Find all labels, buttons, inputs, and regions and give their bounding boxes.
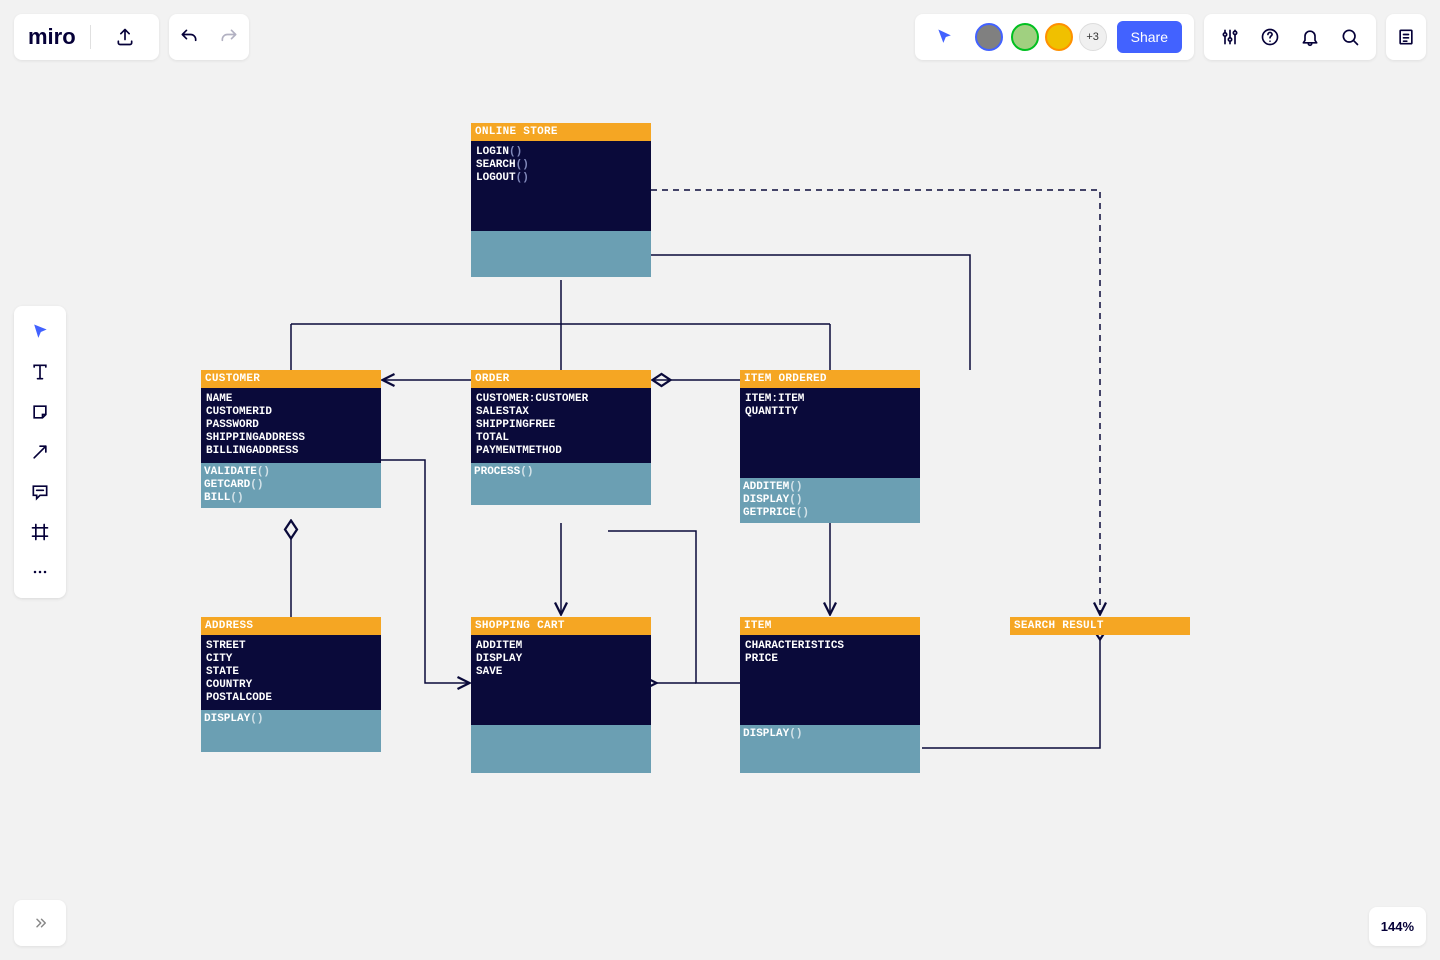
class-item-ordered[interactable]: ITEM ORDERED ITEM:ITEM QUANTITY ADDITEM(… [740, 370, 920, 523]
class-attrs: CUSTOMER:CUSTOMER SALESTAX SHIPPINGFREE … [471, 388, 651, 463]
class-title: SHOPPING CART [471, 617, 651, 635]
class-attrs: ITEM:ITEM QUANTITY [740, 388, 920, 478]
class-methods [471, 725, 651, 773]
class-search-result[interactable]: SEARCH RESULT [1010, 617, 1190, 635]
class-attrs: ADDITEM DISPLAY SAVE [471, 635, 651, 725]
class-methods: DISPLAY() [201, 710, 381, 752]
class-title: ADDRESS [201, 617, 381, 635]
class-title: ITEM [740, 617, 920, 635]
class-address[interactable]: ADDRESS STREET CITY STATE COUNTRY POSTAL… [201, 617, 381, 752]
class-methods [471, 231, 651, 277]
class-methods: ADDITEM() DISPLAY() GETPRICE() [740, 478, 920, 523]
class-attrs: LOGIN() SEARCH() LOGOUT() [471, 141, 651, 231]
class-methods: VALIDATE() GETCARD() BILL() [201, 463, 381, 508]
class-methods: DISPLAY() [740, 725, 920, 773]
class-online-store[interactable]: ONLINE STORE LOGIN() SEARCH() LOGOUT() [471, 123, 651, 277]
class-attrs: CHARACTERISTICS PRICE [740, 635, 920, 725]
class-attrs: NAME CUSTOMERID PASSWORD SHIPPINGADDRESS… [201, 388, 381, 463]
class-customer[interactable]: CUSTOMER NAME CUSTOMERID PASSWORD SHIPPI… [201, 370, 381, 508]
class-title: ONLINE STORE [471, 123, 651, 141]
class-shopping-cart[interactable]: SHOPPING CART ADDITEM DISPLAY SAVE [471, 617, 651, 773]
class-item[interactable]: ITEM CHARACTERISTICS PRICE DISPLAY() [740, 617, 920, 773]
class-title: SEARCH RESULT [1010, 617, 1190, 635]
class-title: ITEM ORDERED [740, 370, 920, 388]
class-order[interactable]: ORDER CUSTOMER:CUSTOMER SALESTAX SHIPPIN… [471, 370, 651, 505]
class-title: CUSTOMER [201, 370, 381, 388]
class-attrs: STREET CITY STATE COUNTRY POSTALCODE [201, 635, 381, 710]
class-methods: PROCESS() [471, 463, 651, 505]
class-title: ORDER [471, 370, 651, 388]
